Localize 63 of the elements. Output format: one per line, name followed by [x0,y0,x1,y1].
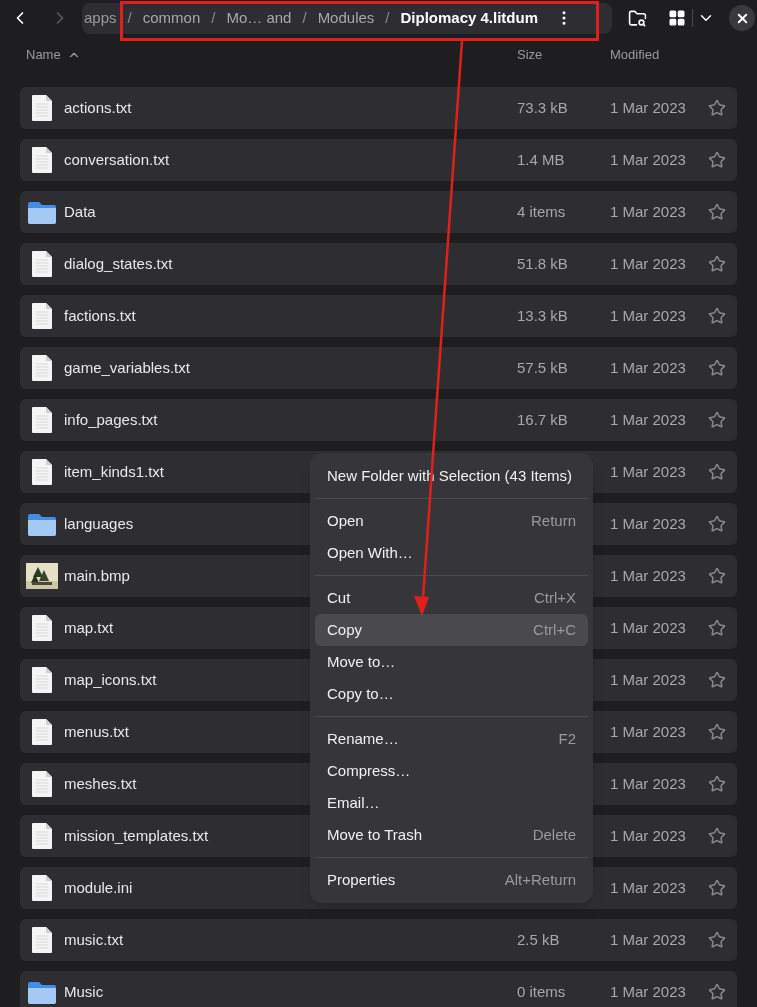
menu-shortcut: F2 [558,728,576,749]
file-name: map_icons.txt [64,669,157,690]
file-name: music.txt [64,929,124,950]
file-size: 2.5 kB [517,929,560,950]
file-size: 13.3 kB [517,305,568,326]
file-name: mission_templates.txt [64,825,209,846]
file-name: main.bmp [64,565,130,586]
menu-item-label: Move to Trash [327,824,423,845]
file-name: conversation.txt [64,149,170,170]
file-name: menus.txt [64,721,130,742]
file-date: 1 Mar 2023 [610,721,686,742]
menu-item-label: Open [327,510,364,531]
file-name: module.ini [64,877,133,898]
file-date: 1 Mar 2023 [610,201,686,222]
path-separator: / [211,7,216,28]
path-separator: / [302,7,307,28]
file-date: 1 Mar 2023 [610,929,686,950]
menu-item-label: Copy to… [327,683,394,704]
file-date: 1 Mar 2023 [610,149,686,170]
file-name: map.txt [64,617,114,638]
menu-item-label: Properties [327,869,396,890]
file-date: 1 Mar 2023 [610,253,686,274]
menu-item-label: Move to… [327,651,396,672]
file-size: 1.4 MB [517,149,565,170]
menu-item-label: Email… [327,792,380,813]
file-name: meshes.txt [64,773,137,794]
file-name: languages [64,513,134,534]
file-date: 1 Mar 2023 [610,877,686,898]
file-date: 1 Mar 2023 [610,669,686,690]
file-date: 1 Mar 2023 [610,617,686,638]
path-separator: / [127,7,132,28]
file-date: 1 Mar 2023 [610,97,686,118]
file-name: Data [64,201,96,222]
file-size: 16.7 kB [517,409,568,430]
file-size: 4 items [517,201,566,222]
menu-item-label: Copy [327,619,363,640]
menu-item-label: Rename… [327,728,399,749]
file-size: 73.3 kB [517,97,568,118]
menu-item-label: Compress… [327,760,411,781]
menu-shortcut: Return [530,510,576,531]
file-date: 1 Mar 2023 [610,409,686,430]
file-name: info_pages.txt [64,409,158,430]
file-name: item_kinds1.txt [64,461,165,482]
file-size: 57.5 kB [517,357,568,378]
menu-shortcut: Alt+Return [504,869,576,890]
file-name: Music [64,981,104,1002]
file-size: 0 items [517,981,566,1002]
file-name: game_variables.txt [64,357,190,378]
file-date: 1 Mar 2023 [610,981,686,1002]
file-date: 1 Mar 2023 [610,357,686,378]
file-date: 1 Mar 2023 [610,461,686,482]
path-separator: / [385,7,390,28]
file-date: 1 Mar 2023 [610,513,686,534]
file-name: dialog_states.txt [64,253,173,274]
menu-shortcut: Delete [532,824,576,845]
file-date: 1 Mar 2023 [610,825,686,846]
file-date: 1 Mar 2023 [610,773,686,794]
file-date: 1 Mar 2023 [610,565,686,586]
file-size: 51.8 kB [517,253,568,274]
file-date: 1 Mar 2023 [610,305,686,326]
menu-shortcut: Ctrl+C [533,619,576,640]
file-name: actions.txt [64,97,132,118]
file-name: factions.txt [64,305,136,326]
